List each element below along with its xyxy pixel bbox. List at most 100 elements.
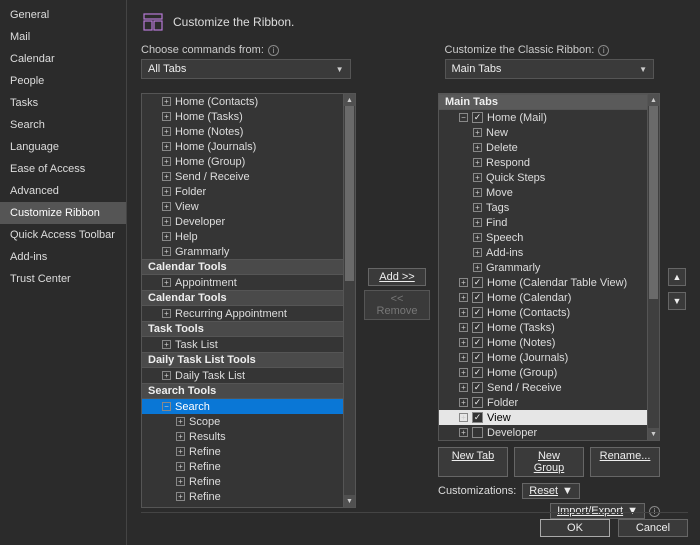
sidebar-item[interactable]: Language: [0, 136, 126, 158]
expand-icon[interactable]: [473, 218, 482, 227]
expand-icon[interactable]: [473, 248, 482, 257]
scrollbar[interactable]: ▲ ▼: [343, 94, 355, 507]
tree-item[interactable]: Home (Notes): [439, 335, 647, 350]
expand-icon[interactable]: [162, 112, 171, 121]
tree-item[interactable]: Add-ins: [439, 245, 647, 260]
tree-item[interactable]: Quick Steps: [439, 170, 647, 185]
expand-icon[interactable]: [459, 383, 468, 392]
tree-item[interactable]: Scope: [142, 414, 343, 429]
scroll-up-icon[interactable]: ▲: [344, 94, 355, 106]
expand-icon[interactable]: [162, 127, 171, 136]
sidebar-item[interactable]: Ease of Access: [0, 158, 126, 180]
sidebar-item[interactable]: People: [0, 70, 126, 92]
tree-item[interactable]: Move: [439, 185, 647, 200]
tree-item[interactable]: Refine: [142, 474, 343, 489]
expand-icon[interactable]: [473, 233, 482, 242]
tree-item[interactable]: New: [439, 125, 647, 140]
tree-item[interactable]: Folder: [439, 395, 647, 410]
sidebar-item[interactable]: Search: [0, 114, 126, 136]
checkbox[interactable]: [472, 352, 483, 363]
checkbox[interactable]: [472, 322, 483, 333]
move-down-button[interactable]: ▼: [668, 292, 686, 310]
expand-icon[interactable]: [162, 172, 171, 181]
tree-item[interactable]: Refine: [142, 444, 343, 459]
collapse-icon[interactable]: [162, 402, 171, 411]
checkbox[interactable]: [472, 277, 483, 288]
tree-item[interactable]: Home (Group): [439, 365, 647, 380]
move-up-button[interactable]: ▲: [668, 268, 686, 286]
ribbon-tree[interactable]: Main TabsHome (Mail)NewDeleteRespondQuic…: [438, 93, 660, 441]
sidebar-item[interactable]: Mail: [0, 26, 126, 48]
sidebar-item[interactable]: Customize Ribbon: [0, 202, 126, 224]
tree-item[interactable]: Home (Journals): [142, 139, 343, 154]
expand-icon[interactable]: [473, 158, 482, 167]
expand-icon[interactable]: [459, 308, 468, 317]
expand-icon[interactable]: [162, 142, 171, 151]
scroll-up-icon[interactable]: ▲: [648, 94, 659, 106]
tree-item[interactable]: Send / Receive: [142, 169, 343, 184]
new-group-button[interactable]: New Group: [514, 447, 584, 477]
tree-item[interactable]: Appointment: [142, 275, 343, 290]
checkbox[interactable]: [472, 412, 483, 423]
cancel-button[interactable]: Cancel: [618, 519, 688, 537]
sidebar-item[interactable]: General: [0, 4, 126, 26]
expand-icon[interactable]: [459, 368, 468, 377]
checkbox[interactable]: [472, 427, 483, 438]
tree-item[interactable]: Refine: [142, 489, 343, 504]
tree-item[interactable]: View: [142, 199, 343, 214]
expand-icon[interactable]: [176, 417, 185, 426]
expand-icon[interactable]: [162, 247, 171, 256]
checkbox[interactable]: [472, 112, 483, 123]
commands-from-dropdown[interactable]: All Tabs ▼: [141, 59, 351, 79]
expand-icon[interactable]: [459, 353, 468, 362]
tree-item[interactable]: Home (Calendar): [439, 290, 647, 305]
tree-item[interactable]: Developer: [142, 214, 343, 229]
tree-item[interactable]: Home (Contacts): [439, 305, 647, 320]
sidebar-item[interactable]: Quick Access Toolbar: [0, 224, 126, 246]
tree-item[interactable]: Developer: [439, 425, 647, 440]
expand-icon[interactable]: [473, 143, 482, 152]
expand-icon[interactable]: [162, 202, 171, 211]
sidebar-item[interactable]: Tasks: [0, 92, 126, 114]
checkbox[interactable]: [472, 292, 483, 303]
checkbox[interactable]: [472, 337, 483, 348]
scroll-down-icon[interactable]: ▼: [344, 495, 355, 507]
tree-item[interactable]: Home (Calendar Table View): [439, 275, 647, 290]
tree-item[interactable]: Respond: [439, 155, 647, 170]
tree-item[interactable]: Search: [142, 399, 343, 414]
tree-item[interactable]: Home (Group): [142, 154, 343, 169]
expand-icon[interactable]: [473, 203, 482, 212]
expand-icon[interactable]: [162, 371, 171, 380]
info-icon[interactable]: i: [268, 45, 279, 56]
tree-item[interactable]: Recurring Appointment: [142, 306, 343, 321]
expand-icon[interactable]: [473, 263, 482, 272]
checkbox[interactable]: [472, 397, 483, 408]
sidebar-item[interactable]: Advanced: [0, 180, 126, 202]
tree-item[interactable]: Task List: [142, 337, 343, 352]
expand-icon[interactable]: [162, 232, 171, 241]
sidebar-item[interactable]: Add-ins: [0, 246, 126, 268]
commands-tree[interactable]: Home (Contacts)Home (Tasks)Home (Notes)H…: [141, 93, 356, 508]
tree-item[interactable]: Home (Mail): [439, 110, 647, 125]
tree-item[interactable]: Results: [142, 429, 343, 444]
tree-item[interactable]: Home (Journals): [439, 350, 647, 365]
tree-item[interactable]: Folder: [142, 184, 343, 199]
expand-icon[interactable]: [162, 217, 171, 226]
expand-icon[interactable]: [459, 398, 468, 407]
scrollbar[interactable]: ▲ ▼: [647, 94, 659, 440]
expand-icon[interactable]: [459, 338, 468, 347]
expand-icon[interactable]: [162, 187, 171, 196]
expand-icon[interactable]: [176, 477, 185, 486]
tree-item[interactable]: Tags: [439, 200, 647, 215]
sidebar-item[interactable]: Calendar: [0, 48, 126, 70]
tree-item[interactable]: View: [439, 410, 647, 425]
ribbon-scope-dropdown[interactable]: Main Tabs ▼: [445, 59, 655, 79]
expand-icon[interactable]: [176, 462, 185, 471]
expand-icon[interactable]: [459, 323, 468, 332]
expand-icon[interactable]: [162, 309, 171, 318]
scroll-down-icon[interactable]: ▼: [648, 428, 659, 440]
scroll-thumb[interactable]: [345, 106, 354, 281]
tree-item[interactable]: Home (Notes): [142, 124, 343, 139]
new-tab-button[interactable]: New Tab: [438, 447, 508, 477]
tree-item[interactable]: Help: [142, 229, 343, 244]
